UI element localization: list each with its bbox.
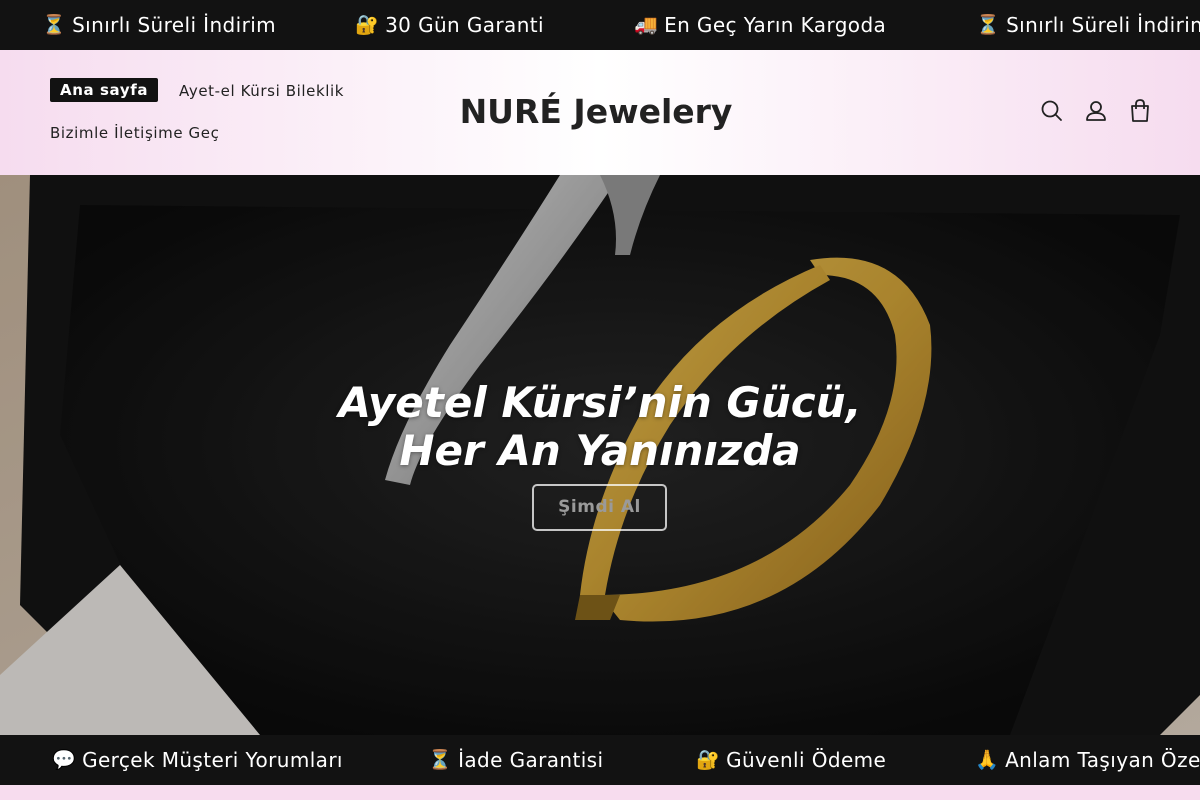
lock-icon: 🔐 [696, 749, 721, 771]
announcement-text: 30 Gün Garanti [385, 13, 544, 37]
announcement-item: 🚚 En Geç Yarın Kargoda [634, 0, 886, 50]
trust-text: İade Garantisi [458, 748, 604, 772]
trust-text: Gerçek Müşteri Yorumları [82, 748, 343, 772]
truck-icon: 🚚 [634, 14, 659, 36]
trust-bar: 💬 Gerçek Müşteri Yorumları ⏳ İade Garant… [0, 735, 1200, 785]
lock-icon: 🔐 [355, 14, 380, 36]
hourglass-icon: ⏳ [428, 749, 453, 771]
announcement-bar: ⏳ Sınırlı Süreli İndirim 🔐 30 Gün Garant… [0, 0, 1200, 50]
search-icon[interactable] [1039, 98, 1065, 124]
trust-item: 💬 Gerçek Müşteri Yorumları [52, 735, 343, 785]
trust-item: 🙏 Anlam Taşıyan Özel [975, 735, 1200, 785]
trust-text: Güvenli Ödeme [726, 748, 887, 772]
trust-item: 🔐 Güvenli Ödeme [696, 735, 886, 785]
hourglass-icon: ⏳ [976, 14, 1001, 36]
announcement-item: ⏳ Sınırlı Süreli İndirim [976, 0, 1200, 50]
hourglass-icon: ⏳ [42, 14, 67, 36]
site-header: Ana sayfa Ayet-el Kürsi Bileklik Bizimle… [0, 50, 1200, 175]
announcement-text: Sınırlı Süreli İndirim [1006, 13, 1200, 37]
announcement-item: 🔐 30 Gün Garanti [355, 0, 544, 50]
buy-now-button[interactable]: Şimdi Al [532, 484, 667, 531]
cart-icon[interactable] [1127, 98, 1153, 124]
trust-item: ⏳ İade Garantisi [428, 735, 603, 785]
page-bottom-strip [0, 785, 1200, 800]
praying-hands-icon: 🙏 [975, 749, 1000, 771]
site-logo[interactable]: NURÉ Jewelery [0, 92, 1192, 131]
hero-title-line2: Her An Yanınızda [399, 426, 801, 475]
trust-text: Anlam Taşıyan Özel [1005, 748, 1200, 772]
announcement-text: Sınırlı Süreli İndirim [72, 13, 277, 37]
account-icon[interactable] [1083, 98, 1109, 124]
hero-banner: Ayetel Kürsi’nin Gücü, Her An Yanınızda … [0, 175, 1200, 735]
announcement-item: ⏳ Sınırlı Süreli İndirim [42, 0, 276, 50]
speech-bubble-icon: 💬 [52, 749, 77, 771]
announcement-text: En Geç Yarın Kargoda [664, 13, 887, 37]
hero-title-line1: Ayetel Kürsi’nin Gücü, [338, 378, 862, 427]
